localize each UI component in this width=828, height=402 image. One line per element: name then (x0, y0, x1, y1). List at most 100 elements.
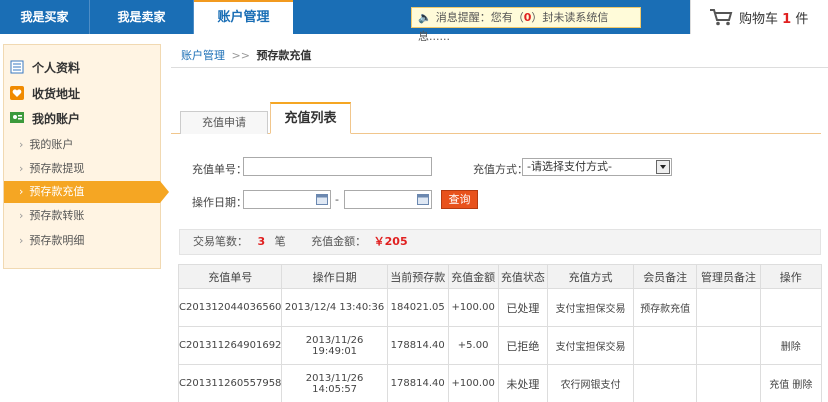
method-selected: -请选择支付方式- (527, 160, 612, 173)
cell-order-no: C201312044036560 (177, 288, 283, 327)
cell-order-no: C201311264901692 (177, 326, 283, 365)
sidebar-sub-label: 预存款充值 (29, 185, 85, 198)
count-unit: 笔 (274, 235, 286, 248)
calendar-icon[interactable] (417, 193, 429, 205)
sidebar-item-my-account[interactable]: 我的账户 (10, 108, 80, 128)
cell-date: 2013/11/26 19:49:01 (281, 326, 388, 365)
cart-count: 1 (782, 12, 792, 27)
sidebar-sub-label: 预存款转账 (29, 209, 85, 222)
message-notice[interactable]: 🔈 消息提醒：您有（0）封未读系统信息...... (411, 7, 641, 43)
delete-link[interactable]: 删除 (759, 326, 823, 365)
notice-prefix: 消息提醒：您有（ (435, 11, 524, 24)
sidebar-item-my-account-sub[interactable]: › 我的账户 (4, 134, 160, 156)
col-date: 操作日期 (281, 264, 388, 289)
table-row: C201311264901692 2013/11/26 19:49:01 178… (177, 326, 823, 365)
calendar-icon[interactable] (316, 193, 328, 205)
cell-action (759, 288, 823, 327)
col-method: 充值方式 (547, 264, 635, 289)
chevron-right-icon: › (19, 162, 24, 175)
cart-unit: 件 (795, 12, 809, 27)
cell-member-note (633, 364, 698, 402)
amount-label: 充值金额： (311, 235, 367, 248)
query-button[interactable]: 查询 (441, 190, 478, 209)
sidebar-sub-label: 我的账户 (29, 138, 74, 151)
cell-status: 未处理 (497, 364, 549, 402)
cart-label: 购物车 1 件 (739, 8, 808, 27)
cart-button[interactable]: 购物车 1 件 (690, 0, 828, 34)
cell-admin-note (696, 326, 761, 365)
cell-status: 已拒绝 (497, 326, 549, 365)
cell-admin-note (696, 288, 761, 327)
cell-amount: +100.00 (447, 288, 499, 327)
method-label: 充值方式： (473, 163, 528, 176)
nav-tab-account[interactable]: 账户管理 (194, 0, 293, 34)
col-order-no: 充值单号 (177, 264, 283, 289)
table-row: C201311260557958 2013/11/26 14:05:57 178… (177, 364, 823, 402)
tab-recharge-apply[interactable]: 充值申请 (180, 111, 268, 134)
sidebar-item-address[interactable]: 收货地址 (10, 83, 80, 103)
recharge-delete-links[interactable]: 充值 删除 (759, 364, 823, 402)
col-member-note: 会员备注 (633, 264, 698, 289)
cart-text: 购物车 (739, 12, 779, 27)
cell-method: 支付宝担保交易 (547, 288, 635, 327)
sidebar-item-label: 收货地址 (32, 86, 81, 101)
top-nav-bar: 我是买家 我是卖家 账户管理 🔈 消息提醒：您有（0）封未读系统信息...... … (0, 0, 828, 43)
cell-amount: +100.00 (447, 364, 499, 402)
cell-method: 支付宝担保交易 (547, 326, 635, 365)
cart-icon (710, 9, 733, 26)
tab-recharge-list[interactable]: 充值列表 (270, 102, 351, 134)
cell-member-note (633, 326, 698, 365)
cell-status: 已处理 (497, 288, 549, 327)
count-label: 交易笔数： (193, 235, 248, 248)
table-header-row: 充值单号 操作日期 当前预存款 充值金额 充值状态 充值方式 会员备注 管理员备… (177, 264, 823, 289)
heart-icon (10, 86, 24, 100)
sidebar-item-profile[interactable]: 个人资料 (10, 57, 80, 77)
summary-bar: 交易笔数： 3 笔 充值金额： ￥205 (179, 229, 821, 255)
recharge-table: 充值单号 操作日期 当前预存款 充值金额 充值状态 充值方式 会员备注 管理员备… (177, 264, 823, 402)
chevron-right-icon: › (19, 138, 24, 151)
sidebar-item-label: 我的账户 (32, 111, 81, 126)
method-select[interactable]: -请选择支付方式- (522, 158, 672, 176)
account-icon (10, 112, 24, 123)
breadcrumb-root[interactable]: 账户管理 (181, 49, 225, 62)
breadcrumb-separator: >> (231, 49, 250, 62)
table-row: C201312044036560 2013/12/4 13:40:36 1840… (177, 288, 823, 327)
cell-method: 农行网银支付 (547, 364, 635, 402)
cell-date: 2013/11/26 14:05:57 (281, 364, 388, 402)
breadcrumb-current: 预存款充值 (256, 49, 312, 62)
end-date-input[interactable] (344, 190, 432, 209)
sidebar-item-transfer[interactable]: › 预存款转账 (4, 205, 160, 227)
sidebar-item-withdraw[interactable]: › 预存款提现 (4, 158, 160, 180)
sidebar-item-details[interactable]: › 预存款明细 (4, 230, 160, 252)
active-pointer (160, 181, 169, 203)
cell-balance: 184021.05 (386, 288, 449, 327)
profile-icon (10, 60, 24, 74)
sidebar-item-recharge[interactable]: › 预存款充值 (4, 181, 169, 203)
cell-amount: +5.00 (447, 326, 499, 365)
chevron-right-icon: › (19, 234, 24, 247)
cell-order-no: C201311260557958 (177, 364, 283, 402)
col-status: 充值状态 (497, 264, 549, 289)
speaker-icon: 🔈 (418, 11, 432, 24)
sidebar-sub-label: 预存款提现 (29, 162, 85, 175)
count-value: 3 (257, 235, 266, 248)
cell-balance: 178814.40 (386, 364, 449, 402)
col-action: 操作 (759, 264, 823, 289)
nav-tab-buyer[interactable]: 我是买家 (0, 0, 90, 34)
nav-tab-seller[interactable]: 我是卖家 (90, 0, 194, 34)
col-balance: 当前预存款 (386, 264, 449, 289)
order-no-input[interactable] (243, 157, 432, 176)
tabs-divider (171, 133, 821, 134)
date-separator: - (335, 193, 339, 206)
cell-date: 2013/12/4 13:40:36 (281, 288, 388, 327)
col-amount: 充值金额 (447, 264, 499, 289)
sidebar-item-label: 个人资料 (32, 60, 81, 75)
cell-balance: 178814.40 (386, 326, 449, 365)
dropdown-arrow-icon[interactable] (656, 160, 670, 174)
order-no-label: 充值单号： (192, 163, 247, 176)
cell-member-note: 预存款充值 (633, 288, 698, 327)
cell-admin-note (696, 364, 761, 402)
chevron-right-icon: › (19, 209, 24, 222)
start-date-input[interactable] (243, 190, 331, 209)
breadcrumb: 账户管理 >> 预存款充值 (171, 44, 828, 68)
